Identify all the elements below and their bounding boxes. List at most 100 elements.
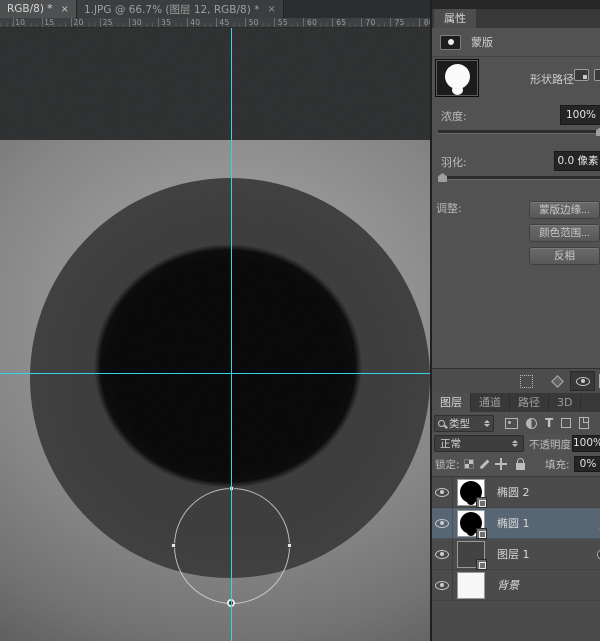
ruler-number: 40 — [190, 18, 200, 27]
close-icon[interactable]: × — [267, 4, 275, 15]
density-label: 浓度: — [441, 108, 467, 124]
path-anchor-right[interactable] — [287, 543, 292, 548]
ruler-number: 35 — [161, 18, 171, 27]
ruler-number: 15 — [44, 18, 54, 27]
layer-thumbnail[interactable] — [457, 479, 485, 506]
chevron-updown-icon — [512, 440, 518, 447]
close-icon[interactable]: × — [61, 4, 69, 15]
blend-mode-select[interactable]: 正常 — [434, 435, 524, 452]
filter-smart-objects-icon[interactable] — [579, 417, 589, 429]
properties-tabrow: 属性 — [432, 9, 600, 28]
tab-properties[interactable]: 属性 — [434, 9, 476, 28]
shape-path-icons — [574, 69, 600, 81]
document-area: RGB/8) * × 1.JPG @ 66.7% (图层 12, RGB/8) … — [0, 0, 430, 641]
invert-button[interactable]: 反相 — [529, 247, 600, 265]
filter-kind-select[interactable]: 类型 — [434, 415, 494, 432]
load-selection-icon[interactable] — [520, 375, 533, 388]
layer-filter-row: 类型 T — [432, 413, 600, 434]
ruler-number: 45 — [219, 18, 229, 27]
lock-icons — [464, 457, 525, 471]
fill-value[interactable]: 0% — [574, 456, 600, 472]
feather-slider[interactable] — [438, 176, 600, 180]
adjust-label: 调整: — [436, 200, 462, 216]
eye-icon — [576, 377, 590, 386]
path-anchor-left[interactable] — [171, 543, 176, 548]
vertical-guide[interactable] — [231, 28, 232, 641]
document-tab-2[interactable]: 1.JPG @ 66.7% (图层 12, RGB/8) * × — [77, 0, 284, 18]
tab-3d[interactable]: 3D — [549, 393, 581, 412]
mask-thumbnail[interactable] — [435, 59, 479, 97]
document-tab-2-title: 1.JPG @ 66.7% (图层 12, RGB/8) * — [84, 2, 259, 17]
lock-position-icon[interactable] — [495, 458, 507, 470]
mask-visibility-button[interactable] — [570, 371, 595, 391]
color-range-button[interactable]: 颜色范围... — [529, 224, 600, 242]
shape-path-row: 形状路径 — [432, 58, 600, 100]
density-value[interactable]: 100% — [560, 105, 600, 125]
horizontal-guide[interactable] — [0, 373, 430, 374]
lock-all-icon[interactable] — [516, 463, 525, 470]
canvas[interactable] — [0, 28, 430, 641]
shape-layer-badge-icon — [476, 528, 487, 539]
document-tabbar: RGB/8) * × 1.JPG @ 66.7% (图层 12, RGB/8) … — [0, 0, 430, 18]
layer-thumbnail[interactable] — [457, 510, 485, 537]
eye-icon — [435, 550, 449, 559]
mask-icon — [440, 35, 461, 50]
tab-paths[interactable]: 路径 — [510, 393, 549, 412]
document-tab-1[interactable]: RGB/8) * × — [0, 0, 77, 18]
feather-value[interactable]: 0.0 像素 — [554, 151, 600, 171]
apply-mask-icon[interactable] — [551, 375, 564, 388]
layers-panel-tabs: 图层 通道 路径 3D — [432, 393, 600, 412]
chevron-updown-icon — [484, 420, 490, 427]
mask-edge-button[interactable]: 蒙版边缘... — [529, 201, 600, 219]
density-slider[interactable] — [438, 130, 600, 134]
density-slider-thumb[interactable] — [596, 127, 600, 136]
feather-row: 羽化: 0.0 像素 — [432, 151, 600, 171]
layer-row-ellipse-1[interactable]: 椭圆 1 f — [432, 508, 600, 539]
layer-thumbnail[interactable] — [457, 541, 485, 568]
horizontal-ruler: 10152025303540455055606570758085 — [0, 18, 430, 28]
feather-slider-thumb[interactable] — [438, 173, 447, 182]
layer-name: 椭圆 1 — [497, 515, 530, 531]
layer-badge-icon — [476, 559, 487, 570]
ruler-number: 10 — [15, 18, 25, 27]
layer-row-background[interactable]: 背景 — [432, 570, 600, 601]
layer-thumbnail[interactable] — [457, 572, 485, 599]
tab-channels[interactable]: 通道 — [471, 393, 510, 412]
visibility-cell[interactable] — [432, 570, 453, 601]
visibility-cell[interactable] — [432, 539, 453, 570]
filter-kind-label: 类型 — [449, 416, 470, 431]
layer-name: 图层 1 — [497, 546, 530, 562]
blend-mode-value: 正常 — [440, 436, 461, 451]
right-panel: 属性 蒙版 形状路径 浓度: 100% 羽化: 0.0 像素 — [430, 0, 600, 641]
ruler-number: 50 — [249, 18, 259, 27]
opacity-label: 不透明度: — [529, 437, 575, 452]
eye-icon — [435, 519, 449, 528]
tab-layers[interactable]: 图层 — [432, 393, 471, 412]
pixel-mask-icon[interactable] — [594, 69, 600, 81]
ruler-number: 25 — [103, 18, 113, 27]
visibility-cell[interactable] — [432, 477, 453, 508]
opacity-value[interactable]: 100% — [572, 435, 600, 452]
layer-name: 背景 — [497, 577, 519, 593]
ruler-number: 60 — [307, 18, 317, 27]
filter-adjustment-layers-icon[interactable] — [526, 418, 537, 429]
lock-row: 锁定: 填充: 0% — [432, 456, 600, 474]
ellipse-path[interactable] — [174, 488, 290, 604]
filter-type-layers-icon[interactable]: T — [545, 418, 553, 429]
layer-row-ellipse-2[interactable]: 椭圆 2 — [432, 477, 600, 508]
filter-pixel-layers-icon[interactable] — [505, 418, 518, 429]
thumbnail-shape-small — [467, 529, 475, 536]
layers-list: 椭圆 2 椭圆 1 f 图层 1 — [432, 476, 600, 641]
vector-mask-icon[interactable] — [574, 69, 589, 81]
eye-icon — [435, 581, 449, 590]
eye-icon — [435, 488, 449, 497]
filter-shape-layers-icon[interactable] — [561, 418, 571, 428]
layer-row-layer-1[interactable]: 图层 1 — [432, 539, 600, 570]
ruler-number: 75 — [395, 18, 405, 27]
visibility-cell[interactable] — [432, 508, 453, 539]
mask-thumbnail-shape-small — [452, 85, 463, 95]
lock-pixels-icon[interactable] — [480, 459, 490, 469]
photoshop-window: RGB/8) * × 1.JPG @ 66.7% (图层 12, RGB/8) … — [0, 0, 600, 641]
filter-type-icons: T — [505, 417, 589, 429]
lock-transparency-icon[interactable] — [464, 459, 474, 469]
